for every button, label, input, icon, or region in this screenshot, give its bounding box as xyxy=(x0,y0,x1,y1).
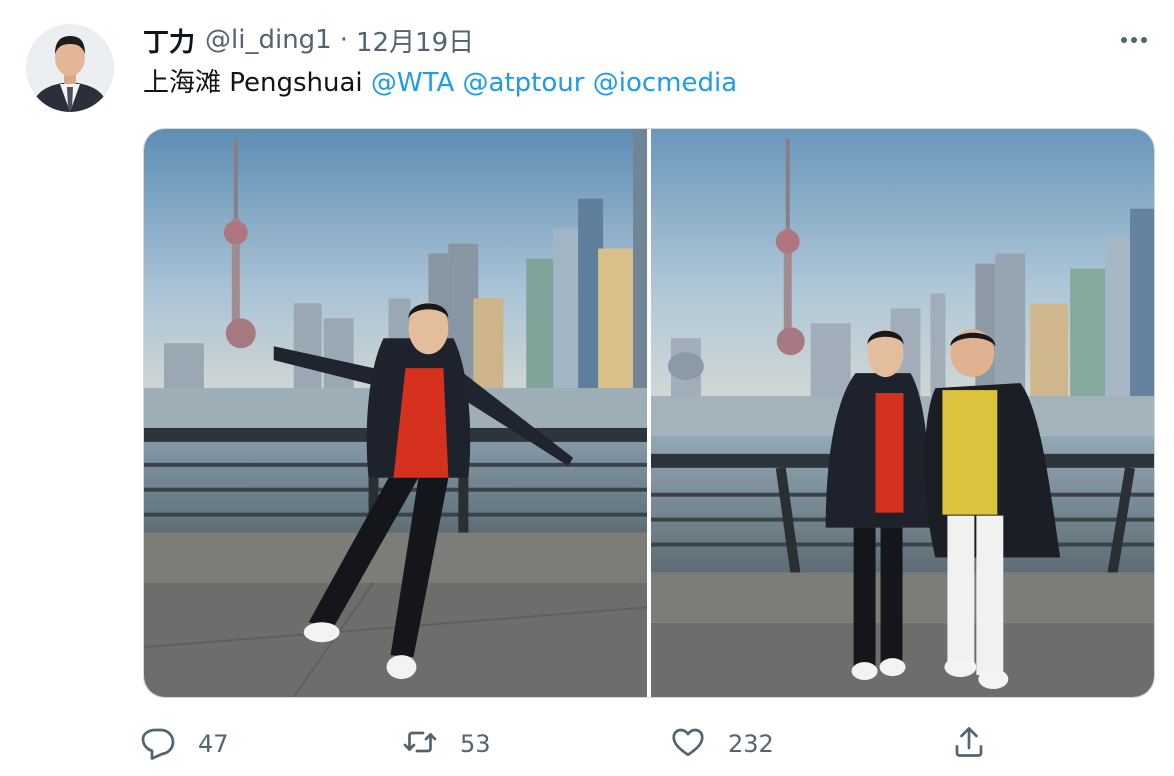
tweet-text: 上海滩 Pengshuai @WTA @atptour @iocmedia xyxy=(143,66,737,100)
mention-wta[interactable]: @WTA xyxy=(371,68,454,98)
mention-atptour[interactable]: @atptour xyxy=(463,68,585,98)
mention-iocmedia[interactable]: @iocmedia xyxy=(593,68,737,98)
tweet-photo-2[interactable] xyxy=(651,129,1154,697)
reply-icon xyxy=(140,724,176,764)
share-icon xyxy=(951,724,987,764)
tweet-header: 丁力 @li_ding1 · 12月19日 xyxy=(143,22,474,58)
reply-button[interactable]: 47 xyxy=(140,722,229,766)
separator-dot: · xyxy=(339,25,348,55)
reply-count: 47 xyxy=(198,730,229,758)
tweet-text-plain: 上海滩 Pengshuai xyxy=(143,68,371,98)
author-avatar[interactable] xyxy=(26,24,114,112)
like-count: 232 xyxy=(728,730,774,758)
retweet-icon xyxy=(402,724,438,764)
retweet-count: 53 xyxy=(460,730,491,758)
share-button[interactable] xyxy=(951,722,987,766)
retweet-button[interactable]: 53 xyxy=(402,722,491,766)
like-icon xyxy=(670,724,706,764)
media-grid xyxy=(143,128,1155,698)
author-handle[interactable]: @li_ding1 xyxy=(205,25,332,55)
tweet: 丁力 @li_ding1 · 12月19日 上海滩 Pengshuai @WTA… xyxy=(0,0,1174,776)
author-name[interactable]: 丁力 xyxy=(143,22,195,59)
tweet-date[interactable]: 12月19日 xyxy=(356,22,474,59)
like-button[interactable]: 232 xyxy=(670,722,774,766)
tweet-photo-1[interactable] xyxy=(144,129,647,697)
more-icon[interactable] xyxy=(1112,24,1156,56)
tweet-actions: 47 53 232 xyxy=(140,722,1000,766)
